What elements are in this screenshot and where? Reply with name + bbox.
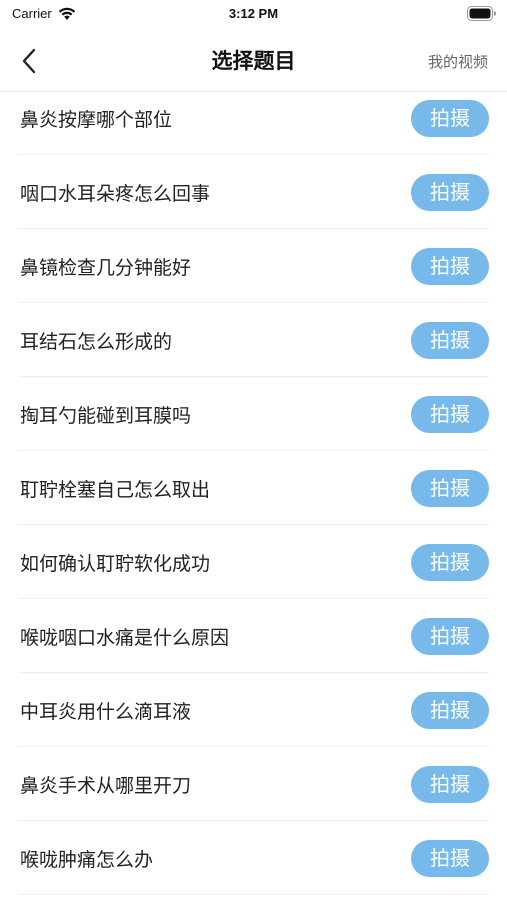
topic-label: 中耳炎用什么滴耳液 [20,701,192,723]
list-item: 喉咙咽口水痛是什么原因 拍摄 [18,599,489,673]
shoot-button[interactable]: 拍摄 [411,174,489,211]
list-item: 掏耳勺能碰到耳膜吗 拍摄 [18,377,489,451]
shoot-button[interactable]: 拍摄 [411,100,489,137]
shoot-button[interactable]: 拍摄 [411,618,489,655]
shoot-button[interactable]: 拍摄 [411,544,489,581]
topic-label: 鼻镜检查几分钟能好 [20,257,192,279]
list-item: 鼻炎按摩哪个部位 拍摄 [18,81,489,155]
shoot-button[interactable]: 拍摄 [411,766,489,803]
topic-label: 喉咙咽口水痛是什么原因 [20,627,230,649]
topic-label: 鼻炎手术从哪里开刀 [20,775,192,797]
shoot-button[interactable]: 拍摄 [411,322,489,359]
battery-icon [467,6,496,21]
status-time: 3:12 PM [228,6,279,21]
topic-label: 咽口水耳朵疼怎么回事 [20,183,211,205]
list-item: 鼻炎手术从哪里开刀 拍摄 [18,747,489,821]
shoot-button[interactable]: 拍摄 [411,470,489,507]
topic-list: 鼻炎按摩哪个部位 拍摄 咽口水耳朵疼怎么回事 拍摄 鼻镜检查几分钟能好 拍摄 耳… [0,81,507,895]
my-videos-link[interactable]: 我的视频 [428,51,488,72]
topic-label: 掏耳勺能碰到耳膜吗 [20,405,192,427]
topic-label: 鼻炎按摩哪个部位 [20,109,173,131]
topic-label: 如何确认耵聍软化成功 [20,553,211,575]
list-item: 中耳炎用什么滴耳液 拍摄 [18,673,489,747]
status-bar: Carrier 3:12 PM [0,0,507,30]
list-item: 喉咙肿痛怎么办 拍摄 [18,821,489,895]
shoot-button[interactable]: 拍摄 [411,396,489,433]
shoot-button[interactable]: 拍摄 [411,248,489,285]
topic-label: 喉咙肿痛怎么办 [20,849,154,871]
list-item: 耵聍栓塞自己怎么取出 拍摄 [18,451,489,525]
topic-label: 耳结石怎么形成的 [20,331,173,353]
list-item: 咽口水耳朵疼怎么回事 拍摄 [18,155,489,229]
topic-label: 耵聍栓塞自己怎么取出 [20,479,211,501]
list-item: 耳结石怎么形成的 拍摄 [18,303,489,377]
list-item: 如何确认耵聍软化成功 拍摄 [18,525,489,599]
shoot-button[interactable]: 拍摄 [411,840,489,877]
shoot-button[interactable]: 拍摄 [411,692,489,729]
list-item: 鼻镜检查几分钟能好 拍摄 [18,229,489,303]
